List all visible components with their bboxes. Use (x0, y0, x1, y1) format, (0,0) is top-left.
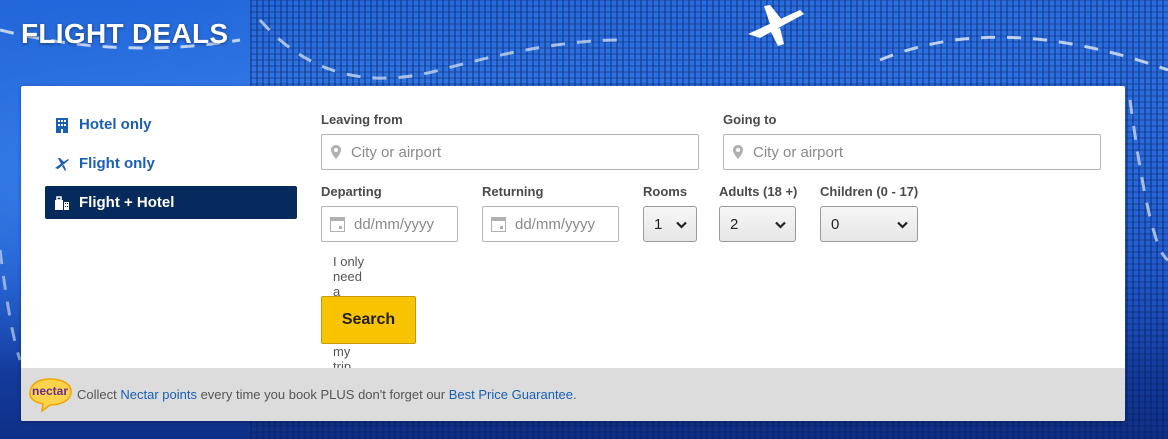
children-select[interactable]: 0 (820, 206, 918, 242)
going-to-placeholder: City or airport (753, 143, 844, 161)
best-price-guarantee-link[interactable]: Best Price Guarantee (449, 387, 573, 402)
svg-text:nectar: nectar (32, 384, 68, 398)
tab-flight-hotel[interactable]: Flight + Hotel (45, 186, 297, 219)
search-type-tabs: Hotel only Flight only Flight + Hotel (45, 108, 297, 225)
tab-label: Flight only (79, 155, 155, 172)
tab-label: Flight + Hotel (79, 194, 175, 211)
rooms-value: 1 (654, 215, 663, 233)
adults-value: 2 (730, 215, 739, 233)
leaving-from-placeholder: City or airport (351, 143, 442, 161)
search-panel: Hotel only Flight only Flight + Hotel Le… (21, 86, 1125, 421)
plane-icon (53, 155, 71, 173)
hotel-icon (53, 116, 71, 134)
departing-date-input[interactable]: dd/mm/yyyy (321, 206, 458, 242)
nectar-footer: nectar Collect Nectar points every time … (21, 368, 1125, 421)
departing-placeholder: dd/mm/yyyy (354, 215, 435, 233)
rooms-label: Rooms (643, 184, 688, 199)
tab-flight-only[interactable]: Flight only (45, 147, 297, 180)
chevron-down-icon (775, 216, 786, 233)
search-button[interactable]: Search (321, 296, 416, 344)
suitcase-icon (53, 194, 71, 212)
leaving-from-input[interactable]: City or airport (321, 134, 699, 170)
nectar-logo: nectar (28, 377, 73, 413)
returning-date-input[interactable]: dd/mm/yyyy (482, 206, 619, 242)
footer-text: . (573, 387, 577, 402)
calendar-icon (330, 216, 345, 232)
children-value: 0 (831, 215, 840, 233)
going-to-label: Going to (723, 112, 777, 127)
chevron-down-icon (897, 216, 908, 233)
chevron-down-icon (676, 216, 687, 233)
rooms-select[interactable]: 1 (643, 206, 697, 242)
adults-label: Adults (18 +) (719, 184, 798, 199)
page-title: FLIGHT DEALS (21, 18, 229, 49)
footer-text: Collect (77, 387, 121, 402)
location-pin-icon (732, 144, 744, 160)
tab-label: Hotel only (79, 116, 152, 133)
location-pin-icon (330, 144, 342, 160)
nectar-points-link[interactable]: Nectar points (120, 387, 197, 402)
airplane-decoration-icon (748, 5, 804, 46)
departing-label: Departing (321, 184, 382, 199)
returning-placeholder: dd/mm/yyyy (515, 215, 596, 233)
footer-text: every time you book PLUS don't forget ou… (196, 387, 449, 402)
calendar-icon (491, 216, 506, 232)
adults-select[interactable]: 2 (719, 206, 796, 242)
going-to-input[interactable]: City or airport (723, 134, 1101, 170)
children-label: Children (0 - 17) (820, 184, 919, 199)
returning-label: Returning (482, 184, 544, 199)
leaving-from-label: Leaving from (321, 112, 403, 127)
tab-hotel-only[interactable]: Hotel only (45, 108, 297, 141)
